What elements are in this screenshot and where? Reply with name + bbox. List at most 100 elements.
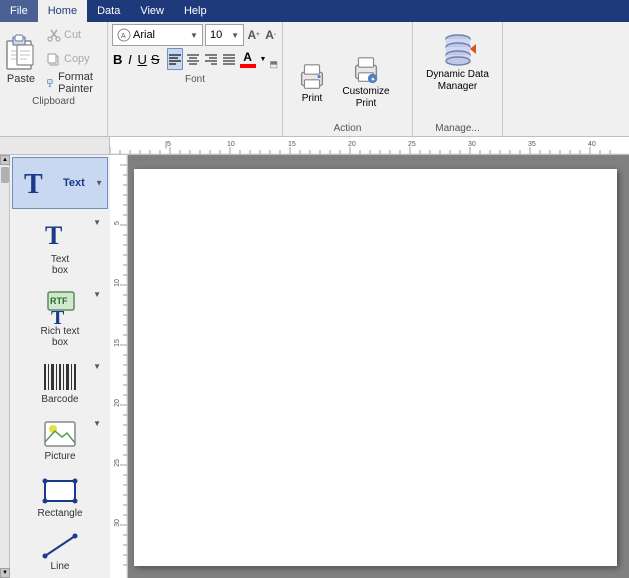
paste-icon <box>3 33 39 73</box>
svg-text:10: 10 <box>227 141 235 148</box>
main-area: ▲ ▼ T Text ▼ T <box>0 155 629 578</box>
ruler-corner <box>0 137 110 154</box>
text-tool-arrow: ▼ <box>95 179 103 188</box>
left-panel: ▲ ▼ T Text ▼ T <box>0 155 110 578</box>
clipboard-group: Paste Cut <box>0 22 108 136</box>
font-color-dropdown-arrow: ▼ <box>260 56 267 63</box>
svg-text:15: 15 <box>288 141 296 148</box>
svg-text:25: 25 <box>408 141 416 148</box>
customize-print-label: CustomizePrint <box>342 86 389 110</box>
rectangle-label: Rectangle <box>37 508 82 519</box>
scroll-thumb[interactable] <box>1 167 9 183</box>
scroll-down-button[interactable]: ▼ <box>0 568 10 578</box>
paste-label: Paste <box>7 73 35 85</box>
svg-text:35: 35 <box>528 141 536 148</box>
richtextbox-label: Rich textbox <box>41 326 80 348</box>
cut-button[interactable]: Cut <box>42 24 105 46</box>
cut-icon <box>47 28 61 42</box>
svg-text:20: 20 <box>348 141 356 148</box>
clipboard-group-label: Clipboard <box>2 94 105 107</box>
font-color-label: A <box>243 51 252 63</box>
print-button[interactable]: Print <box>287 30 337 134</box>
toolbar-item-barcode[interactable]: ▼ Barcode <box>12 355 108 410</box>
vertical-ruler-svg: 5 10 15 20 25 30 <box>110 155 128 578</box>
rectangle-icon <box>40 474 80 508</box>
font-selector-icon: A <box>117 28 131 42</box>
ddm-button[interactable]: Dynamic DataManager <box>418 24 498 98</box>
align-center-button[interactable] <box>185 48 201 70</box>
toolbar-item-textbox[interactable]: T ▼ Textbox <box>12 211 108 281</box>
svg-text:✦: ✦ <box>370 75 376 83</box>
scroll-track <box>0 165 9 568</box>
action-group: Print ✦ CustomizePrint Action <box>283 22 413 136</box>
barcode-icon <box>40 360 80 394</box>
text-tool-label: Text <box>63 177 85 189</box>
menu-view[interactable]: View <box>130 0 174 22</box>
format-painter-button[interactable]: Format Painter <box>42 72 105 94</box>
svg-text:20: 20 <box>114 399 121 407</box>
left-toolbar-items: T Text ▼ T ▼ Textbox <box>10 155 110 578</box>
menu-data[interactable]: Data <box>87 0 130 22</box>
svg-text:5: 5 <box>167 141 171 148</box>
rectangle-icon-container <box>17 474 103 508</box>
menu-help[interactable]: Help <box>174 0 217 22</box>
align-justify-button[interactable] <box>221 48 237 70</box>
ddm-icon <box>438 29 478 69</box>
svg-text:T: T <box>45 221 62 250</box>
bold-button[interactable]: B <box>112 48 123 70</box>
horizontal-ruler: | 5 10 15 20 25 30 35 40 <box>110 137 629 154</box>
font-grow-button[interactable]: A+ <box>246 26 261 44</box>
line-icon-container <box>17 531 103 561</box>
picture-icon-container: ▼ <box>17 417 103 451</box>
font-shrink-button[interactable]: A- <box>263 26 278 44</box>
font-group: A Arial ▼ 10 ▼ A+ A- B I U S <box>108 22 283 136</box>
copy-button[interactable]: Copy <box>42 48 105 70</box>
customize-print-button[interactable]: ✦ CustomizePrint <box>341 30 391 134</box>
toolbar-item-picture[interactable]: ▼ Picture <box>12 412 108 467</box>
textbox-dropdown-arrow: ▼ <box>93 218 101 227</box>
print-label: Print <box>302 93 323 104</box>
svg-text:A: A <box>121 33 126 40</box>
font-row1: A Arial ▼ 10 ▼ A+ A- <box>112 24 278 46</box>
font-name-arrow: ▼ <box>190 31 198 40</box>
font-name-value: Arial <box>133 29 188 41</box>
align-center-icon <box>186 52 200 66</box>
richtextbox-icon-container: RTF T ▼ <box>17 288 103 326</box>
svg-text:T: T <box>24 169 43 200</box>
svg-text:30: 30 <box>114 519 121 527</box>
svg-text:25: 25 <box>114 459 121 467</box>
underline-button[interactable]: U <box>136 48 147 70</box>
font-name-dropdown[interactable]: A Arial ▼ <box>112 24 203 46</box>
font-dialog-launcher[interactable]: ⬒ <box>269 59 278 70</box>
toolbar-item-line[interactable]: Line <box>12 526 108 577</box>
paste-button[interactable]: Paste <box>2 24 40 94</box>
line-label: Line <box>51 561 70 572</box>
font-color-button[interactable]: A <box>239 48 257 70</box>
format-painter-icon <box>47 76 55 90</box>
svg-text:T: T <box>51 307 65 326</box>
strikethrough-button[interactable]: S <box>150 48 161 70</box>
italic-button[interactable]: I <box>125 48 134 70</box>
menu-home[interactable]: Home <box>38 0 87 22</box>
font-size-arrow: ▼ <box>231 31 239 40</box>
picture-label: Picture <box>44 451 75 462</box>
textbox-label: Textbox <box>51 254 69 276</box>
font-size-dropdown[interactable]: 10 ▼ <box>205 24 244 46</box>
left-panel-scrollbar[interactable]: ▲ ▼ <box>0 155 10 578</box>
print-icon <box>296 61 328 93</box>
toolbar-item-rectangle[interactable]: Rectangle <box>12 469 108 524</box>
canvas-page[interactable] <box>134 169 617 566</box>
font-color-bar <box>240 64 256 68</box>
font-group-label: Font <box>112 72 278 85</box>
barcode-label: Barcode <box>41 394 78 405</box>
align-right-button[interactable] <box>203 48 219 70</box>
menu-file[interactable]: File <box>0 0 38 22</box>
align-left-button[interactable] <box>167 48 183 70</box>
svg-text:10: 10 <box>114 279 121 287</box>
ribbon: Paste Cut <box>0 22 629 137</box>
toolbar-item-text[interactable]: T Text ▼ <box>12 157 108 209</box>
font-color-dropdown[interactable]: ▼ <box>259 48 268 70</box>
toolbar-item-richtextbox[interactable]: RTF T ▼ Rich textbox <box>12 283 108 353</box>
scroll-up-button[interactable]: ▲ <box>0 155 10 165</box>
richtextbox-dropdown-arrow: ▼ <box>93 290 101 299</box>
